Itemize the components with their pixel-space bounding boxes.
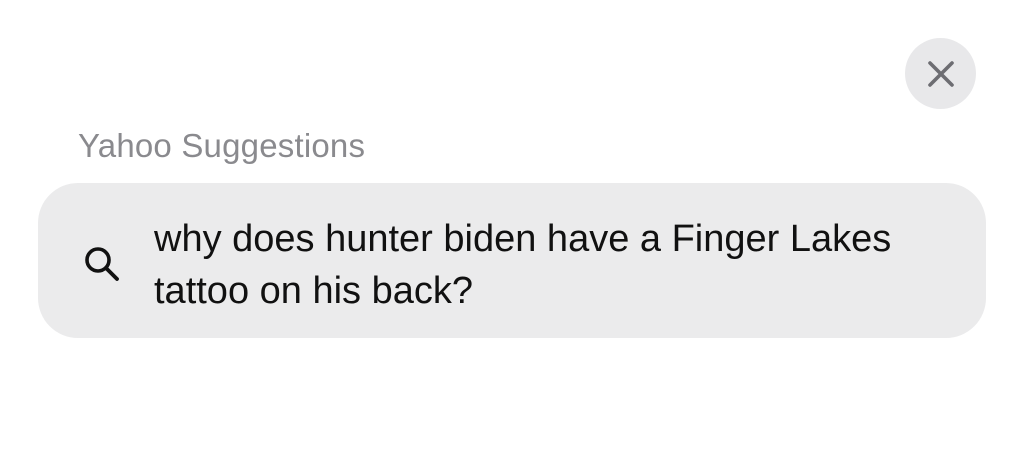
suggestion-text: why does hunter biden have a Finger Lake…	[154, 218, 892, 312]
search-icon	[80, 242, 124, 286]
close-button[interactable]	[905, 38, 976, 109]
suggestion-item[interactable]: why does hunter biden have a Finger Lake…	[38, 183, 986, 338]
section-title: Yahoo Suggestions	[78, 127, 366, 164]
yahoo-suggestions-panel: Yahoo Suggestions why does hunter biden …	[0, 0, 1024, 468]
close-icon	[926, 59, 956, 89]
